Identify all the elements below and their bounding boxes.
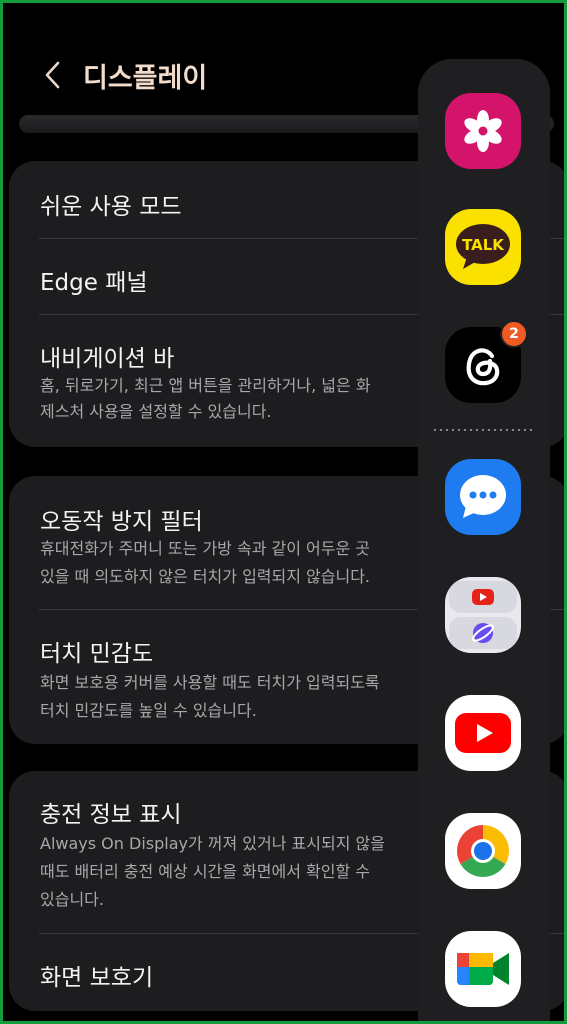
setting-description: 제스처 사용을 설정할 수 있습니다. xyxy=(40,402,272,421)
setting-title: 화면 보호기 xyxy=(40,965,154,991)
setting-description: 휴대전화가 주머니 또는 가방 속과 같이 어두운 곳 xyxy=(40,539,371,558)
app-pair[interactable] xyxy=(445,577,521,653)
app-google-meet[interactable] xyxy=(445,931,521,1007)
setting-title: 충전 정보 표시 xyxy=(40,802,182,828)
app-threads[interactable]: 2 xyxy=(445,320,528,403)
back-button[interactable] xyxy=(39,60,65,90)
setting-title: 터치 민감도 xyxy=(40,641,154,667)
screen: 디스플레이 쉬운 사용 모드 Edge 패널 내비게이션 바 홈, 뒤로가기, … xyxy=(0,0,567,1024)
setting-description: 있습니다. xyxy=(40,890,104,909)
setting-description: 있을 때 의도하지 않은 터치가 입력되지 않습니다. xyxy=(40,567,371,586)
chat-bubble-icon xyxy=(460,475,506,518)
page-title: 디스플레이 xyxy=(83,62,208,94)
notification-badge: 2 xyxy=(500,320,528,348)
setting-title: 내비게이션 바 xyxy=(40,346,175,372)
app-messages[interactable] xyxy=(445,459,521,535)
separator-dots xyxy=(432,429,534,431)
chrome-icon xyxy=(457,825,509,877)
youtube-icon xyxy=(455,713,511,753)
threads-icon xyxy=(466,348,500,386)
kakao-talk-label: TALK xyxy=(462,236,504,254)
setting-title: Edge 패널 xyxy=(40,270,148,296)
header: 디스플레이 xyxy=(39,53,207,97)
setting-description: 터치 민감도를 높일 수 있습니다. xyxy=(40,701,257,720)
meet-icon xyxy=(457,953,509,985)
setting-title: 오동작 방지 필터 xyxy=(40,509,203,535)
app-pair-icon xyxy=(449,581,517,649)
setting-description: 때도 배터리 충전 예상 시간을 화면에서 확인할 수 xyxy=(40,862,371,881)
app-youtube[interactable] xyxy=(445,695,521,771)
flower-icon xyxy=(464,110,502,152)
app-kakaotalk[interactable]: TALK xyxy=(445,209,521,285)
setting-description: Always On Display가 꺼져 있거나 표시되지 않을 xyxy=(40,834,385,853)
edge-panel: TALK 2 xyxy=(418,59,550,1021)
app-gallery[interactable] xyxy=(445,93,521,169)
chevron-left-icon xyxy=(45,61,60,89)
setting-description: 홈, 뒤로가기, 최근 앱 버튼을 관리하거나, 넓은 화 xyxy=(40,376,371,395)
setting-description: 화면 보호용 커버를 사용할 때도 터치가 입력되도록 xyxy=(40,673,380,692)
setting-title: 쉬운 사용 모드 xyxy=(40,194,182,220)
app-chrome[interactable] xyxy=(445,813,521,889)
